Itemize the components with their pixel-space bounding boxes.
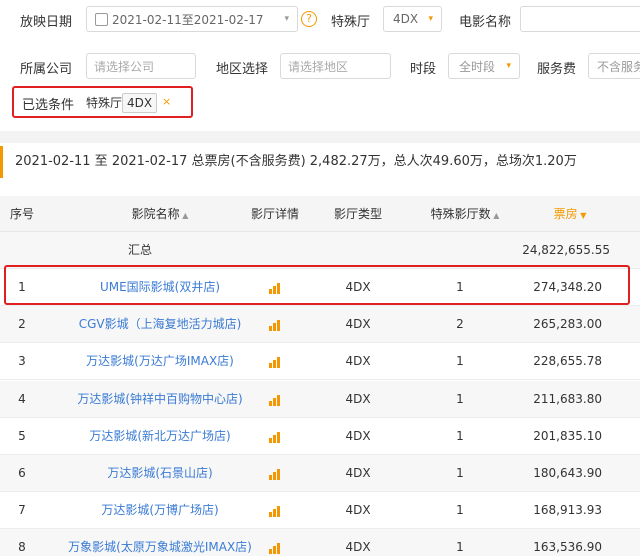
box-office: 228,655.78 <box>533 354 602 368</box>
header-hall-detail: 影厅详情 <box>250 207 299 221</box>
date-range-value: 2021-02-11至2021-02-17 <box>112 12 264 27</box>
special-hall-label: 特殊厅 <box>331 15 371 30</box>
region-label: 地区选择 <box>216 62 269 77</box>
summary-text: 2021-02-11 至 2021-02-17 总票房(不含服务费) 2,482… <box>0 146 640 178</box>
bar-chart-icon[interactable] <box>269 468 283 480</box>
table-row: 6 万达影城(石景山店) 4DX 1 180,643.90 <box>0 455 640 492</box>
company-placeholder: 请选择公司 <box>94 59 155 74</box>
service-fee-select[interactable]: 不含服务 <box>588 53 640 79</box>
service-fee-label: 服务费 <box>537 62 577 77</box>
total-row: 汇总 24,822,655.55 <box>0 232 640 269</box>
selected-conditions: 已选条件 特殊厅 4DX × <box>12 86 193 118</box>
sort-icon: ▲ <box>179 211 189 220</box>
hall-type: 4DX <box>345 392 371 406</box>
chevron-down-icon: ▾ <box>506 61 511 71</box>
cinema-name-link[interactable]: CGV影城（上海复地活力城店) <box>30 306 290 343</box>
sort-icon: ▼ <box>577 211 587 220</box>
header-index: 序号 <box>9 207 34 221</box>
bar-chart-icon[interactable] <box>269 505 283 517</box>
bar-chart-icon[interactable] <box>269 356 283 368</box>
hall-type: 4DX <box>345 503 371 517</box>
chip-key: 特殊厅 <box>86 96 123 110</box>
period-value: 全时段 <box>459 59 496 74</box>
header-box-office[interactable]: 票房 ▼ <box>545 196 595 232</box>
box-office: 274,348.20 <box>533 280 602 294</box>
box-office: 163,536.90 <box>533 540 602 554</box>
header-cinema[interactable]: 影院名称 ▲ <box>60 196 260 232</box>
box-office: 265,283.00 <box>533 317 602 331</box>
box-office: 168,913.93 <box>533 503 602 517</box>
period-label: 时段 <box>410 62 437 77</box>
hall-type: 4DX <box>345 317 371 331</box>
date-range-picker[interactable]: 2021-02-11至2021-02-17 ▾ <box>86 6 298 32</box>
total-label: 汇总 <box>127 243 152 257</box>
help-icon[interactable]: ? <box>301 11 317 27</box>
chip-value: 4DX <box>122 93 158 113</box>
header-hall-type: 影厅类型 <box>333 207 382 221</box>
cinema-name-link[interactable]: 万达影城(石景山店) <box>30 455 290 492</box>
hall-type: 4DX <box>345 466 371 480</box>
region-select[interactable]: 请选择地区 <box>280 53 391 79</box>
chevron-down-icon: ▾ <box>428 14 433 24</box>
bar-chart-icon[interactable] <box>269 282 283 294</box>
cinema-name-link[interactable]: 万达影城(万博广场店) <box>30 492 290 529</box>
bar-chart-icon[interactable] <box>269 542 283 554</box>
table-row: 2 CGV影城（上海复地活力城店) 4DX 2 265,283.00 <box>0 306 640 343</box>
close-icon[interactable]: × <box>162 95 171 108</box>
bar-chart-icon[interactable] <box>269 319 283 331</box>
cinema-name-link[interactable]: 万达影城(万达广场IMAX店) <box>30 343 290 380</box>
selected-label: 已选条件 <box>22 98 75 113</box>
table-row: 1 UME国际影城(双井店) 4DX 1 274,348.20 <box>0 269 640 306</box>
region-placeholder: 请选择地区 <box>288 59 349 74</box>
table-row: 5 万达影城(新北万达广场店) 4DX 1 201,835.10 <box>0 418 640 455</box>
total-value: 24,822,655.55 <box>522 243 610 257</box>
hall-type: 4DX <box>345 354 371 368</box>
chevron-down-icon: ▾ <box>284 14 289 24</box>
hall-type: 4DX <box>345 280 371 294</box>
movie-name-input[interactable] <box>520 6 640 32</box>
table-row: 4 万达影城(钟祥中百购物中心店) 4DX 1 211,683.80 <box>0 381 640 418</box>
company-label: 所属公司 <box>20 62 73 77</box>
special-hall-select[interactable]: 4DX ▾ <box>383 6 442 32</box>
table-row: 8 万象影城(太原万象城激光IMAX店) 4DX 1 163,536.90 <box>0 529 640 556</box>
section-divider <box>0 131 640 143</box>
period-select[interactable]: 全时段 ▾ <box>448 53 520 79</box>
hall-type: 4DX <box>345 429 371 443</box>
company-select[interactable]: 请选择公司 <box>86 53 196 79</box>
cinema-name-link[interactable]: 万象影城(太原万象城激光IMAX店) <box>30 529 290 556</box>
box-office: 201,835.10 <box>533 429 602 443</box>
header-special-count[interactable]: 特殊影厅数 ▲ <box>420 196 510 232</box>
calendar-icon <box>95 12 108 26</box>
movie-name-label: 电影名称 <box>459 15 512 30</box>
date-label: 放映日期 <box>20 15 73 30</box>
bar-chart-icon[interactable] <box>269 431 283 443</box>
box-office: 180,643.90 <box>533 466 602 480</box>
bar-chart-icon[interactable] <box>269 394 283 406</box>
cinema-name-link[interactable]: 万达影城(新北万达广场店) <box>30 418 290 455</box>
special-hall-value: 4DX <box>393 12 419 26</box>
table-row: 7 万达影城(万博广场店) 4DX 1 168,913.93 <box>0 492 640 529</box>
table-row: 3 万达影城(万达广场IMAX店) 4DX 1 228,655.78 <box>0 343 640 380</box>
cinema-name-link[interactable]: 万达影城(钟祥中百购物中心店) <box>30 381 290 418</box>
service-fee-value: 不含服务 <box>597 59 640 74</box>
sort-icon: ▲ <box>490 211 500 220</box>
table-header: 序号 影院名称 ▲ 影厅详情 影厅类型 特殊影厅数 ▲ 票房 ▼ <box>0 196 640 232</box>
hall-type: 4DX <box>345 540 371 554</box>
cinema-name-link[interactable]: UME国际影城(双井店) <box>30 269 290 306</box>
box-office: 211,683.80 <box>533 392 602 406</box>
